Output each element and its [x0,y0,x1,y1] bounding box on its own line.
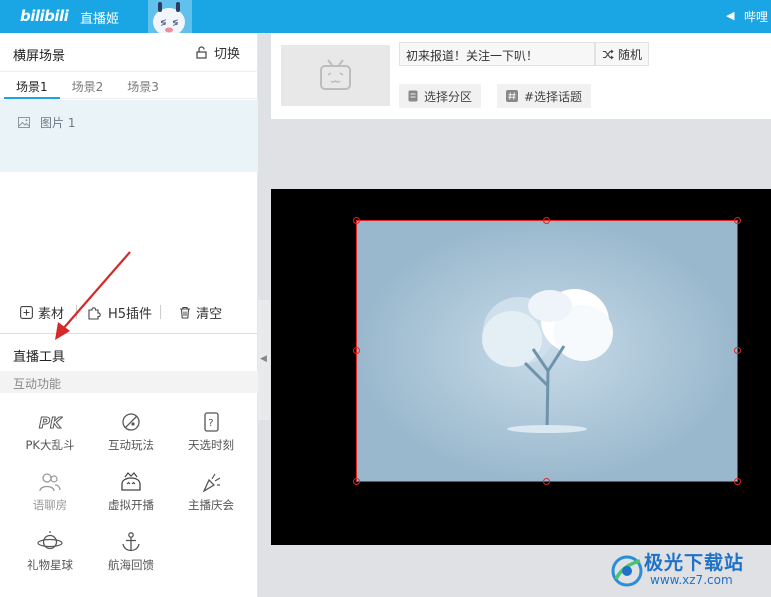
watermark-title: 极光下载站 [644,552,745,574]
site-watermark: 极光下载站 www.xz7.com [608,545,771,597]
annotation-arrow [55,251,131,340]
watermark-logo-icon [611,555,643,587]
watermark-url: www.xz7.com [650,573,733,587]
